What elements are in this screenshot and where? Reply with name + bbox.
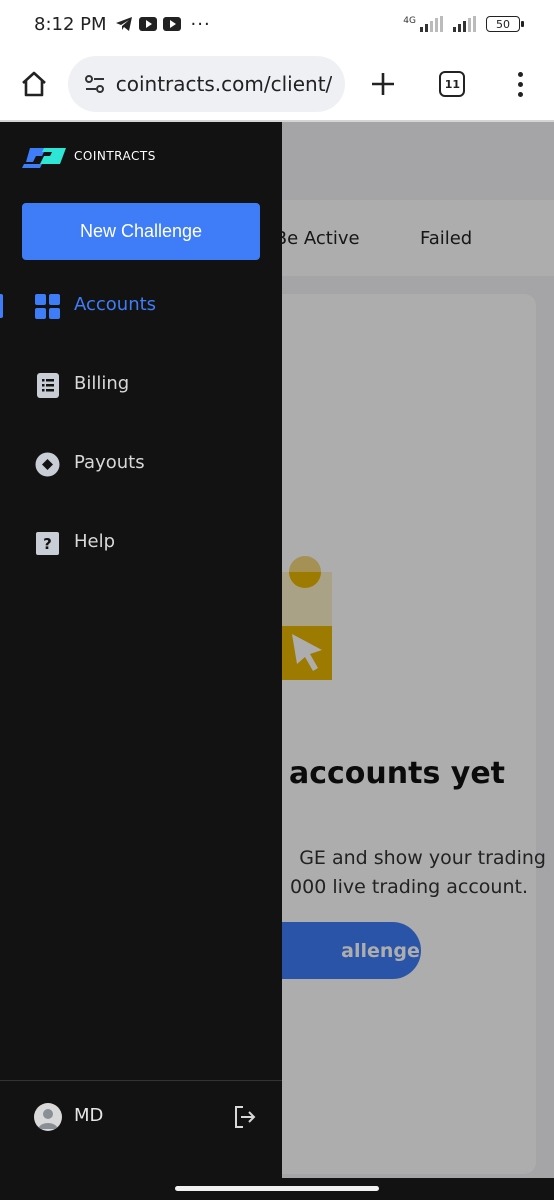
help-icon: ? xyxy=(35,531,60,556)
cointracts-logo-icon xyxy=(22,148,66,168)
signal-icon-2 xyxy=(453,16,476,32)
sidebar-item-label: Help xyxy=(74,531,116,552)
sidebar-item-label: Payouts xyxy=(74,452,145,473)
home-icon xyxy=(22,71,46,97)
home-button[interactable] xyxy=(0,48,68,120)
new-tab-button[interactable] xyxy=(347,48,419,120)
url-text: cointracts.com/client/ xyxy=(115,72,333,96)
browser-toolbar: cointracts.com/client/ 11 xyxy=(0,48,554,120)
brand-logo[interactable]: COINTRACTS xyxy=(22,142,156,170)
sidebar-item-payouts[interactable]: Payouts xyxy=(0,440,282,488)
more-notifications-icon: ··· xyxy=(190,13,211,35)
dashboard-grid-icon xyxy=(35,294,60,319)
signal-icon xyxy=(420,16,443,32)
battery-icon: 50 xyxy=(486,16,524,32)
navigation-drawer: COINTRACTS New Challenge Accounts Billin… xyxy=(0,122,282,1178)
status-bar: 8:12 PM ··· 4G 50 xyxy=(0,0,554,48)
active-indicator xyxy=(0,294,3,318)
svg-text:?: ? xyxy=(43,535,52,553)
user-profile-row: MD xyxy=(0,1090,282,1144)
telegram-icon xyxy=(115,17,132,31)
tab-switcher-button[interactable]: 11 xyxy=(419,48,487,120)
sidebar-item-accounts[interactable]: Accounts xyxy=(0,282,282,330)
user-name: MD xyxy=(74,1105,104,1126)
plus-icon xyxy=(371,73,394,95)
address-bar[interactable]: cointracts.com/client/ xyxy=(67,56,345,112)
brand-name: COINTRACTS xyxy=(74,149,156,163)
status-notification-icons xyxy=(115,16,181,32)
avatar[interactable] xyxy=(34,1103,62,1131)
logout-icon[interactable] xyxy=(232,1104,258,1130)
sidebar-item-help[interactable]: ? Help xyxy=(0,519,282,567)
youtube-icon xyxy=(138,17,157,31)
sidebar-item-label: Accounts xyxy=(74,294,157,315)
sidebar-item-billing[interactable]: Billing xyxy=(0,361,282,409)
gesture-handle[interactable] xyxy=(175,1186,379,1191)
payout-circle-icon xyxy=(35,452,60,477)
battery-level: 50 xyxy=(496,17,510,31)
list-icon xyxy=(35,373,60,398)
site-settings-icon[interactable] xyxy=(82,71,108,97)
sidebar-item-label: Billing xyxy=(74,373,130,394)
new-challenge-button[interactable]: New Challenge xyxy=(22,203,260,260)
status-time: 8:12 PM xyxy=(34,13,107,35)
system-gesture-bar xyxy=(0,1178,554,1200)
browser-menu-button[interactable] xyxy=(486,48,554,120)
youtube-icon-2 xyxy=(162,17,181,31)
drawer-divider xyxy=(0,1080,282,1081)
network-type: 4G xyxy=(403,16,416,26)
tab-count: 11 xyxy=(439,71,466,97)
